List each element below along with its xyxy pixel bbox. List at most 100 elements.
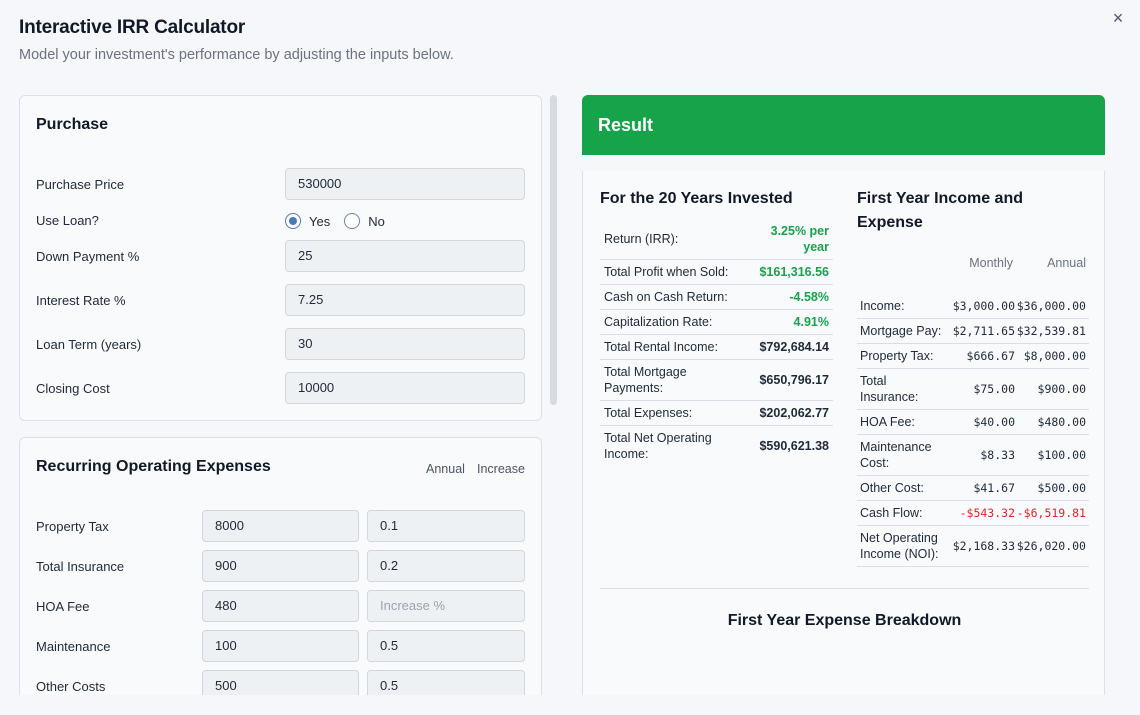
income-monthly: $2,168.33: [952, 539, 1015, 553]
down-payment-input[interactable]: 25: [285, 240, 525, 272]
hoa-fee-row: HOA Fee: $40.00 $480.00: [857, 410, 1089, 435]
loan-term-label: Loan Term (years): [36, 337, 142, 352]
inputs-scrollbar[interactable]: [550, 95, 557, 405]
purchase-price-input[interactable]: 530000: [285, 168, 525, 200]
noi-row: Net Operating Income (NOI): $2,168.33 $2…: [857, 526, 1089, 567]
income-table: Monthly Annual Income: $3,000.00 $36,000…: [857, 256, 1089, 567]
other-costs-increase-input[interactable]: 0.5: [367, 670, 525, 695]
property-tax-label: Property Tax: [36, 519, 109, 534]
total-profit-row: Total Profit when Sold: $161,316.56: [600, 260, 833, 285]
income-annual: $26,020.00: [1016, 539, 1086, 553]
income-label: Maintenance Cost:: [860, 440, 932, 470]
summary-label: Cash on Cash Return:: [604, 290, 728, 304]
purchase-price-label: Purchase Price: [36, 177, 125, 192]
income-label: Other Cost:: [860, 481, 924, 495]
expenses-card: Recurring Operating Expenses Annual Incr…: [19, 437, 542, 695]
summary-label: Total Mortgage Payments:: [604, 365, 687, 395]
income-label: Cash Flow:: [860, 506, 923, 520]
total-noi-row: Total Net Operating Income: $590,621.38: [600, 426, 833, 466]
income-title: First Year Income and Expense: [857, 190, 1023, 231]
irr-row: Return (IRR): 3.25% per year: [600, 219, 833, 260]
total-rental-income-row: Total Rental Income: $792,684.14: [600, 335, 833, 360]
summary-label: Total Profit when Sold:: [604, 265, 729, 279]
summary-label: Total Rental Income:: [604, 340, 718, 354]
use-loan-yes-label[interactable]: Yes: [309, 214, 330, 229]
income-table-spacer: [857, 278, 1089, 294]
summary-value: $650,796.17: [759, 373, 829, 387]
income-monthly: $41.67: [973, 481, 1015, 495]
interest-rate-input[interactable]: 7.25: [285, 284, 525, 316]
total-mortgage-row: Total Mortgage Payments: $650,796.17: [600, 360, 833, 401]
income-label: Property Tax:: [860, 349, 934, 363]
property-tax-row: Property Tax: $666.67 $8,000.00: [857, 344, 1089, 369]
income-monthly: $3,000.00: [952, 299, 1015, 313]
page-header: Interactive IRR Calculator Model your in…: [19, 17, 454, 63]
total-insurance-row: Total Insurance: $75.00 $900.00: [857, 369, 1089, 410]
page-title: Interactive IRR Calculator: [19, 17, 246, 38]
close-icon[interactable]: ×: [1108, 8, 1128, 28]
result-header: Result: [582, 95, 1105, 155]
summary-value: $792,684.14: [759, 340, 829, 354]
result-panel: Result For the 20 Years Invested Return …: [582, 95, 1105, 695]
total-insurance-increase-input[interactable]: 0.2: [367, 550, 525, 582]
summary-value: -4.58%: [789, 290, 829, 304]
other-costs-annual-input[interactable]: 500: [202, 670, 359, 695]
income-monthly: $666.67: [966, 349, 1015, 363]
closing-cost-label: Closing Cost: [36, 381, 110, 396]
down-payment-label: Down Payment %: [36, 249, 140, 264]
use-loan-no-radio[interactable]: [344, 213, 361, 229]
interest-rate-label: Interest Rate %: [36, 293, 126, 308]
income-label: Income:: [860, 299, 905, 313]
income-monthly: $2,711.65: [952, 324, 1015, 338]
income-row: Income: $3,000.00 $36,000.00: [857, 294, 1089, 319]
result-body: For the 20 Years Invested Return (IRR): …: [582, 171, 1105, 695]
other-costs-label: Other Costs: [36, 679, 106, 694]
use-loan-no-label[interactable]: No: [368, 214, 385, 229]
use-loan-radio-group: Yes No: [285, 212, 399, 230]
income-annual: $32,539.81: [1016, 324, 1086, 338]
loan-term-input[interactable]: 30: [285, 328, 525, 360]
income-monthly: $75.00: [973, 382, 1015, 396]
income-label: Net Operating Income (NOI):: [860, 531, 939, 561]
closing-cost-input[interactable]: 10000: [285, 372, 525, 404]
total-insurance-annual-input[interactable]: 900: [202, 550, 359, 582]
maintenance-increase-input[interactable]: 0.5: [367, 630, 525, 662]
total-expenses-row: Total Expenses: $202,062.77: [600, 401, 833, 426]
summary-label: Total Expenses:: [604, 406, 693, 420]
income-annual: $8,000.00: [1023, 349, 1086, 363]
monthly-column-header: Monthly: [969, 256, 1013, 270]
hoa-fee-label: HOA Fee: [36, 599, 90, 614]
property-tax-increase-input[interactable]: 0.1: [367, 510, 525, 542]
increase-column-header: Increase: [477, 462, 525, 476]
result-divider: [600, 588, 1089, 589]
summary-label: Total Net Operating Income:: [604, 431, 712, 461]
cash-on-cash-row: Cash on Cash Return: -4.58%: [600, 285, 833, 310]
maintenance-label: Maintenance: [36, 639, 111, 654]
maintenance-annual-input[interactable]: 100: [202, 630, 359, 662]
maintenance-cost-row: Maintenance Cost: $8.33 $100.00: [857, 435, 1089, 476]
purchase-card: Purchase Purchase Price 530000 Use Loan?…: [19, 95, 542, 421]
page-subtitle: Model your investment's performance by a…: [19, 47, 454, 63]
income-label: Total Insurance:: [860, 374, 919, 404]
annual-column-header: Annual: [1047, 256, 1086, 270]
summary-value: $161,316.56: [759, 265, 829, 279]
use-loan-yes-radio[interactable]: [285, 213, 301, 229]
income-monthly: -$543.32: [959, 506, 1015, 520]
annual-column-header: Annual: [426, 462, 465, 476]
cash-flow-row: Cash Flow: -$543.32 -$6,519.81: [857, 501, 1089, 526]
summary-title: For the 20 Years Invested: [600, 190, 793, 207]
income-monthly: $40.00: [973, 415, 1015, 429]
inputs-panel: Purchase Purchase Price 530000 Use Loan?…: [19, 95, 542, 695]
hoa-fee-annual-input[interactable]: 480: [202, 590, 359, 622]
income-annual: -$6,519.81: [1016, 506, 1086, 520]
income-label: Mortgage Pay:: [860, 324, 942, 338]
cap-rate-row: Capitalization Rate: 4.91%: [600, 310, 833, 335]
income-annual: $900.00: [1037, 382, 1086, 396]
expenses-card-title: Recurring Operating Expenses: [36, 458, 271, 475]
property-tax-annual-input[interactable]: 8000: [202, 510, 359, 542]
summary-value: $202,062.77: [759, 406, 829, 420]
income-label: HOA Fee:: [860, 415, 915, 429]
hoa-fee-increase-input[interactable]: Increase %: [367, 590, 525, 622]
summary-value: 3.25% per year: [770, 224, 829, 254]
use-loan-label: Use Loan?: [36, 213, 99, 228]
